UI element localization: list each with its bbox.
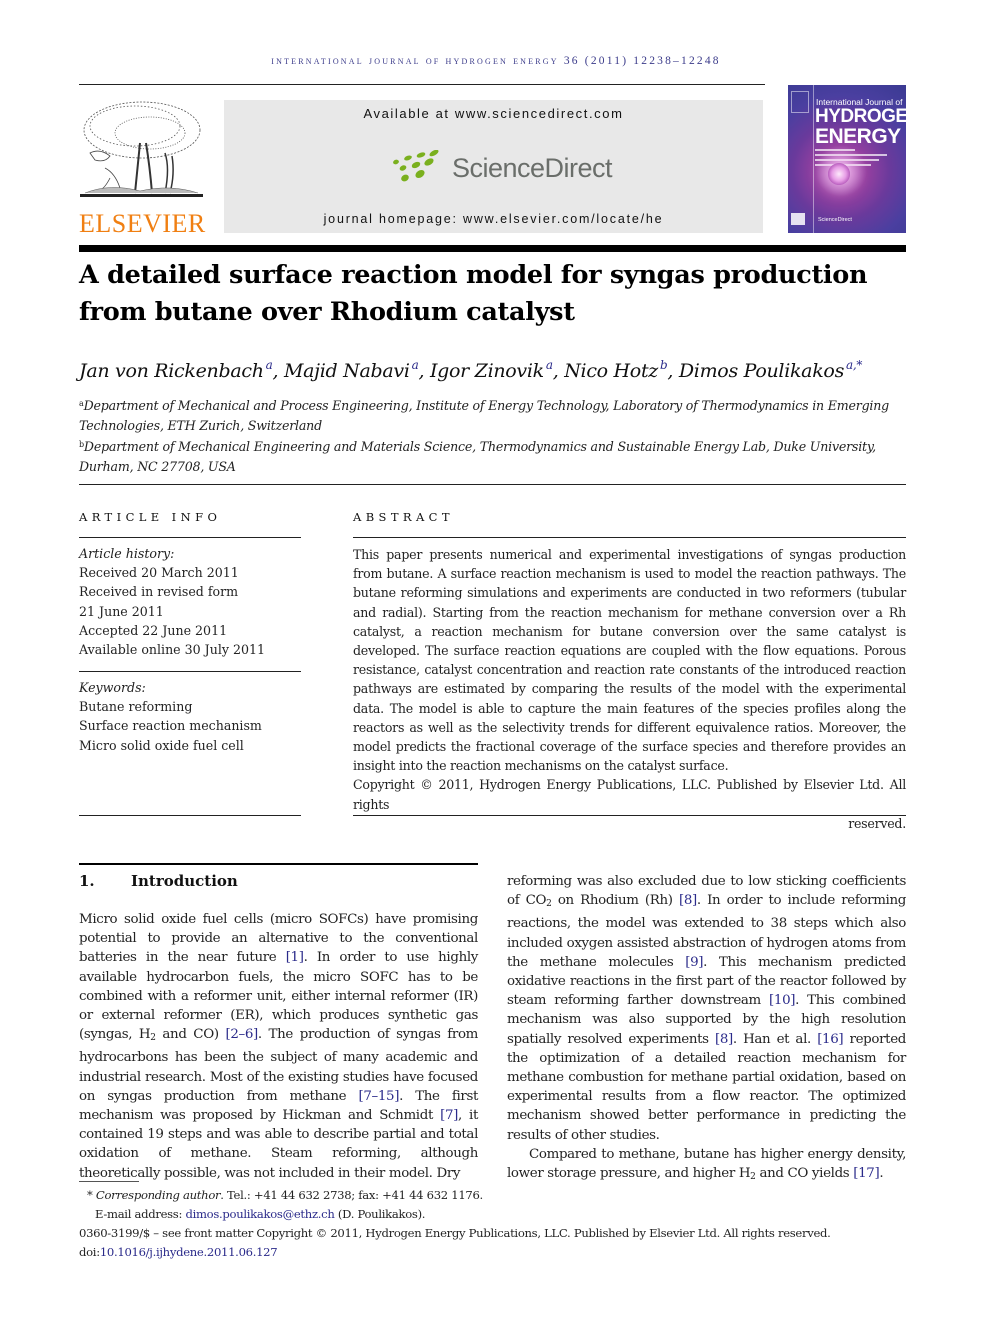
- affiliation-a: aDepartment of Mechanical and Process En…: [79, 394, 909, 435]
- history-label: Article history:: [79, 546, 175, 561]
- keywords-label: Keywords:: [79, 680, 146, 695]
- citation-link[interactable]: [17]: [853, 1166, 879, 1181]
- body-text: on Rhodium (Rh): [551, 893, 679, 909]
- doi-line: doi:10.1016/j.ijhydene.2011.06.127: [79, 1243, 909, 1262]
- history-item: Received 20 March 2011: [79, 565, 239, 581]
- article-info-rule: [79, 537, 301, 538]
- abstract-bottom-rule: [353, 815, 906, 816]
- author-name[interactable]: Igor Zinovik: [430, 360, 544, 382]
- citation-link[interactable]: [7]: [440, 1108, 458, 1123]
- affiliation-text: Department of Mechanical and Process Eng…: [79, 398, 890, 433]
- corresponding-author-note: * Corresponding author. Tel.: +41 44 632…: [79, 1186, 909, 1205]
- history-item: 21 June 2011: [79, 603, 164, 619]
- history-item: Available online 30 July 2011: [79, 642, 266, 658]
- abstract-copyright: Copyright © 2011, Hydrogen Energy Public…: [353, 777, 906, 812]
- author-name[interactable]: Majid Nabavi: [284, 360, 410, 382]
- available-at-link[interactable]: Available at www.sciencedirect.com: [224, 106, 763, 121]
- affiliation-mark[interactable]: a: [546, 358, 553, 372]
- section-title: Introduction: [131, 872, 238, 890]
- abstract-body: This paper presents numerical and experi…: [353, 545, 906, 833]
- keyword: Butane reforming: [79, 699, 193, 715]
- keywords: Keywords: Butane reforming Surface react…: [79, 678, 301, 755]
- affiliations: aDepartment of Mechanical and Process En…: [79, 394, 909, 476]
- history-item: Accepted 22 June 2011: [79, 622, 228, 638]
- email-label: E-mail address:: [95, 1207, 186, 1221]
- author-name[interactable]: Dimos Poulikakos: [679, 360, 844, 382]
- corresponding-label: Corresponding author: [95, 1188, 221, 1202]
- author-name[interactable]: Nico Hotz: [564, 360, 658, 382]
- intro-right-column: reforming was also excluded due to low s…: [507, 872, 906, 1187]
- sciencedirect-logo[interactable]: ScienceDirect: [390, 148, 613, 188]
- affiliation-mark[interactable]: a,*: [846, 358, 862, 372]
- citation-link[interactable]: [9]: [685, 955, 703, 970]
- author-name[interactable]: Jan von Rickenbach: [79, 360, 264, 382]
- cover-editor-lines: [815, 149, 895, 169]
- sciencedirect-dots-icon: [393, 150, 439, 182]
- body-text: and CO): [155, 1027, 226, 1043]
- citation-link[interactable]: [16]: [817, 1032, 843, 1047]
- section-rule: [79, 863, 478, 865]
- masthead-top-rule: [79, 84, 765, 85]
- cover-sciencedirect-text: ScienceDirect: [818, 217, 852, 223]
- email-link[interactable]: dimos.poulikakos@ethz.ch: [185, 1207, 334, 1221]
- citation-link[interactable]: [1]: [286, 950, 304, 965]
- cover-orb-graphic: [828, 163, 850, 185]
- running-head: International Journal of Hydrogen Energy…: [271, 55, 721, 67]
- citation-link[interactable]: [8]: [679, 893, 697, 908]
- affiliation-mark[interactable]: a: [412, 358, 419, 372]
- history-item: Received in revised form: [79, 584, 239, 600]
- article-info-heading: ARTICLE INFO: [79, 510, 222, 524]
- journal-cover-image: International Journal of HYDROGEN ENERGY…: [788, 85, 906, 233]
- abstract-text: This paper presents numerical and experi…: [353, 547, 906, 774]
- citation-link[interactable]: [7–15]: [358, 1089, 399, 1104]
- intro-left-column: Micro solid oxide fuel cells (micro SOFC…: [79, 910, 478, 1183]
- contact-info: . Tel.: +41 44 632 2738; fax: +41 44 632…: [220, 1188, 483, 1202]
- footnotes: * Corresponding author. Tel.: +41 44 632…: [79, 1186, 909, 1262]
- affiliation-text: Department of Mechanical Engineering and…: [79, 439, 876, 474]
- email-note: E-mail address: dimos.poulikakos@ethz.ch…: [79, 1205, 909, 1224]
- body-text: .: [879, 1166, 884, 1182]
- citation-link[interactable]: [8]: [715, 1032, 733, 1047]
- affiliation-mark[interactable]: b: [660, 358, 668, 372]
- abstract-heading: ABSTRACT: [353, 510, 454, 524]
- keywords-rule: [79, 671, 301, 672]
- issn-line: 0360-3199/$ – see front matter Copyright…: [79, 1226, 831, 1240]
- journal-homepage-link[interactable]: journal homepage: www.elsevier.com/locat…: [224, 212, 763, 226]
- cover-hie-logo-icon: [791, 213, 805, 225]
- section-number: 1.: [79, 872, 95, 890]
- author-list: Jan von Rickenbach a, Majid Nabavi a, Igor…: [79, 358, 863, 382]
- article-info-bottom-rule: [79, 815, 301, 816]
- elsevier-logo-text: ELSEVIER: [79, 209, 206, 238]
- header-divider: [79, 484, 906, 485]
- citation-link[interactable]: [10]: [769, 993, 795, 1008]
- footnote-rule: [79, 1181, 139, 1182]
- body-text: and CO yields: [755, 1166, 854, 1182]
- email-suffix: (D. Poulikakos).: [334, 1207, 426, 1221]
- masthead-bottom-rule: [79, 245, 906, 252]
- affiliation-b: bDepartment of Mechanical Engineering an…: [79, 435, 909, 476]
- cover-emblem-icon: [791, 91, 809, 113]
- cover-title-line3: ENERGY: [815, 125, 901, 148]
- abstract-copyright-end: reserved.: [848, 815, 906, 831]
- affiliation-mark[interactable]: a: [266, 358, 273, 372]
- doi-label: doi:: [79, 1245, 100, 1259]
- elsevier-tree-logo-icon: [80, 101, 203, 197]
- article-title: A detailed surface reaction model for sy…: [79, 260, 868, 327]
- paragraph: Compared to methane, butane has higher e…: [507, 1145, 906, 1187]
- abstract-rule: [353, 537, 906, 538]
- cover-divider: [813, 85, 814, 233]
- citation-link[interactable]: [2–6]: [225, 1027, 258, 1042]
- doi-link[interactable]: 10.1016/j.ijhydene.2011.06.127: [100, 1245, 278, 1259]
- keyword: Surface reaction mechanism: [79, 718, 262, 734]
- section-heading-introduction: 1. Introduction: [79, 872, 238, 890]
- body-text: . Han et al.: [732, 1031, 818, 1047]
- article-history: Article history: Received 20 March 2011 …: [79, 544, 301, 659]
- keyword: Micro solid oxide fuel cell: [79, 737, 244, 753]
- sciencedirect-wordmark: ScienceDirect: [452, 152, 613, 183]
- body-text: reported the optimization of a detailed …: [507, 1031, 906, 1143]
- paragraph: reforming was also excluded due to low s…: [507, 872, 906, 1145]
- footnote-star: *: [87, 1188, 93, 1202]
